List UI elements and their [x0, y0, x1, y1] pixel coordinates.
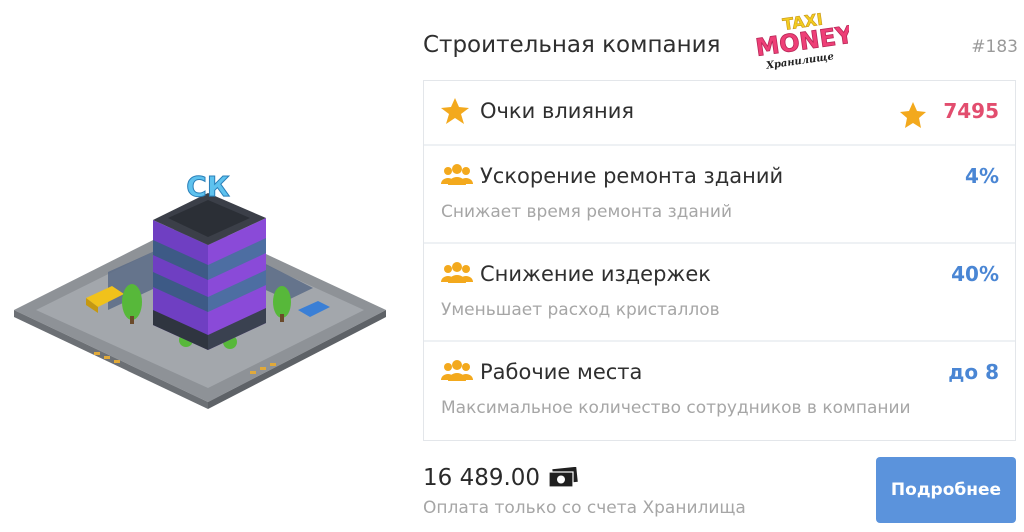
- stat-value: 7495: [943, 99, 999, 123]
- stats-list: Очки влияния 7495 Ускорение ремонта здан…: [423, 80, 1016, 441]
- stat-value: 40%: [951, 262, 999, 286]
- stat-description: Снижает время ремонта зданий: [441, 202, 732, 222]
- users-icon: [441, 360, 473, 381]
- header: Строительная компания TAXI MONEY Хранили…: [423, 8, 1018, 76]
- stat-card-jobs: Рабочие места до 8 Максимальное количест…: [424, 342, 1015, 440]
- star-icon: [900, 102, 926, 128]
- stat-title: Очки влияния: [480, 99, 635, 123]
- stat-description: Уменьшает расход кристаллов: [441, 300, 720, 320]
- stat-title: Снижение издержек: [480, 262, 711, 286]
- stat-value: до 8: [948, 360, 999, 384]
- users-icon: [441, 164, 473, 185]
- price: 16 489.00: [423, 465, 541, 491]
- page-title: Строительная компания: [423, 32, 721, 58]
- stat-title: Ускорение ремонта зданий: [480, 164, 784, 188]
- stat-card-influence: Очки влияния 7495: [424, 81, 1015, 144]
- item-number: #183: [971, 37, 1018, 57]
- stat-title: Рабочие места: [480, 360, 643, 384]
- details-button[interactable]: Подробнее: [876, 457, 1016, 523]
- taxi-money-logo: TAXI MONEY Хранилище: [753, 9, 849, 72]
- banknote-icon: [548, 467, 578, 488]
- building-image: СК: [14, 170, 386, 409]
- building-sign: СК: [186, 170, 230, 203]
- payment-note: Оплата только со счета Хранилища: [423, 498, 746, 518]
- stat-value: 4%: [965, 164, 999, 188]
- stat-card-cost-reduction: Снижение издержек 40% Уменьшает расход к…: [424, 244, 1015, 340]
- star-icon: [441, 98, 469, 124]
- stat-card-repair-speedup: Ускорение ремонта зданий 4% Снижает врем…: [424, 146, 1015, 242]
- price-row: 16 489.00: [423, 463, 578, 493]
- users-icon: [441, 262, 473, 283]
- building-detail-page: СК Строительная компания TAXI MONEY Хран…: [0, 0, 1024, 532]
- stat-description: Максимальное количество сотрудников в ко…: [441, 398, 911, 418]
